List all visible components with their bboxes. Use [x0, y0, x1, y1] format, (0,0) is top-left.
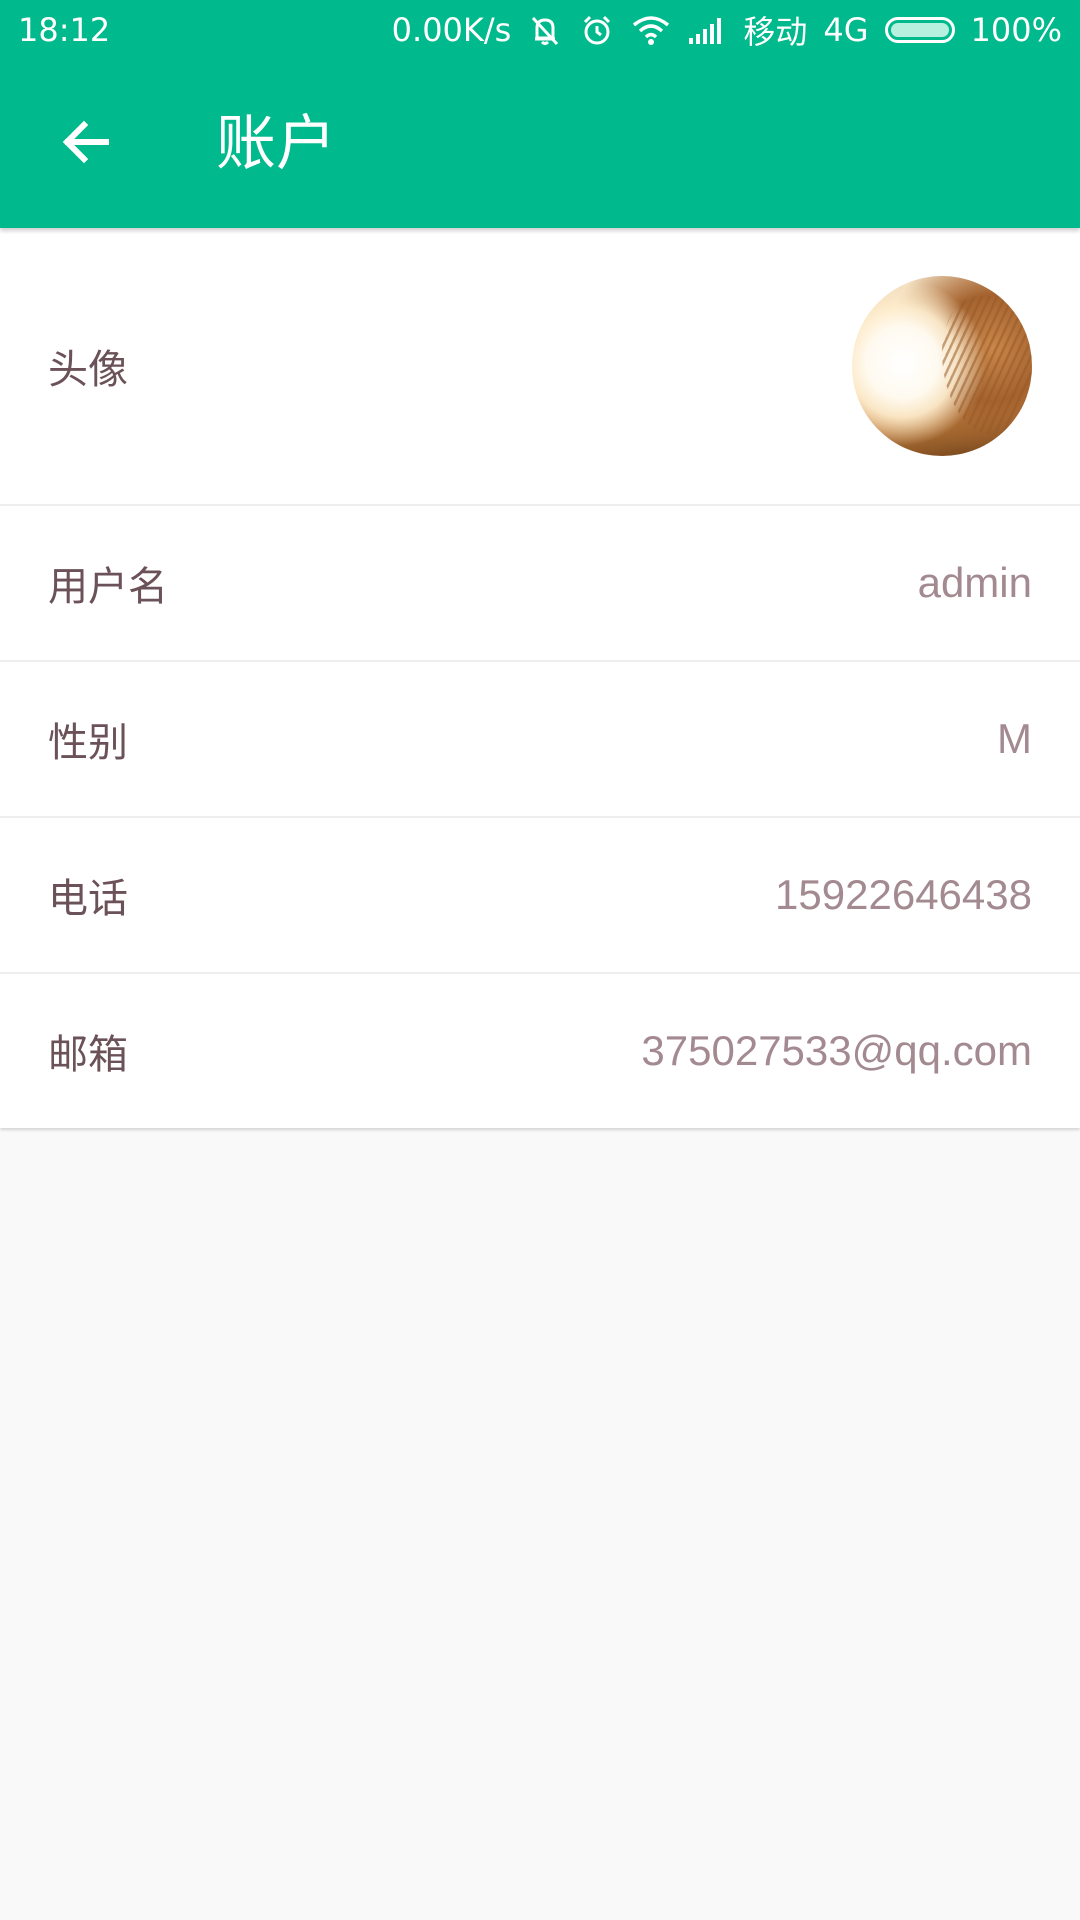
avatar-hair [942, 296, 1032, 436]
username-value: admin [917, 559, 1032, 606]
username-row[interactable]: 用户名 admin [0, 506, 1080, 662]
avatar-row[interactable]: 头像 [0, 228, 1080, 506]
battery-percent: 100% [970, 11, 1062, 49]
username-label: 用户名 [48, 564, 168, 610]
phone-value: 15922646438 [775, 871, 1032, 918]
app-bar: 账户 [0, 60, 1080, 228]
battery-fill [890, 23, 949, 37]
wifi-icon [631, 14, 671, 46]
avatar[interactable] [852, 276, 1032, 456]
alarm-icon [579, 12, 615, 48]
gender-label: 性别 [48, 720, 128, 766]
back-button[interactable] [40, 98, 132, 190]
status-indicators: 0.00K/s 移动 4G 100% [392, 7, 1062, 53]
signal-icon [687, 16, 727, 44]
network-type: 4G [823, 11, 869, 49]
status-bar: 18:12 0.00K/s 移动 4G 100% [0, 0, 1080, 60]
mute-bell-icon [527, 12, 563, 48]
gender-row[interactable]: 性别 M [0, 662, 1080, 818]
battery-icon [884, 17, 955, 43]
email-row[interactable]: 邮箱 375027533@qq.com [0, 974, 1080, 1128]
email-label: 邮箱 [48, 1032, 128, 1078]
carrier-name: 移动 [743, 13, 808, 51]
gender-value: M [997, 715, 1032, 762]
arrow-left-icon [60, 116, 112, 172]
phone-row[interactable]: 电话 15922646438 [0, 818, 1080, 974]
status-time: 18:12 [18, 11, 111, 49]
email-value: 375027533@qq.com [641, 1027, 1032, 1074]
net-speed: 0.00K/s [391, 11, 512, 49]
avatar-label: 头像 [48, 347, 128, 393]
account-card: 头像 用户名 admin 性别 M 电话 15922646438 邮箱 3750… [0, 228, 1080, 1128]
phone-label: 电话 [48, 876, 128, 922]
page-title: 账户 [216, 109, 336, 179]
